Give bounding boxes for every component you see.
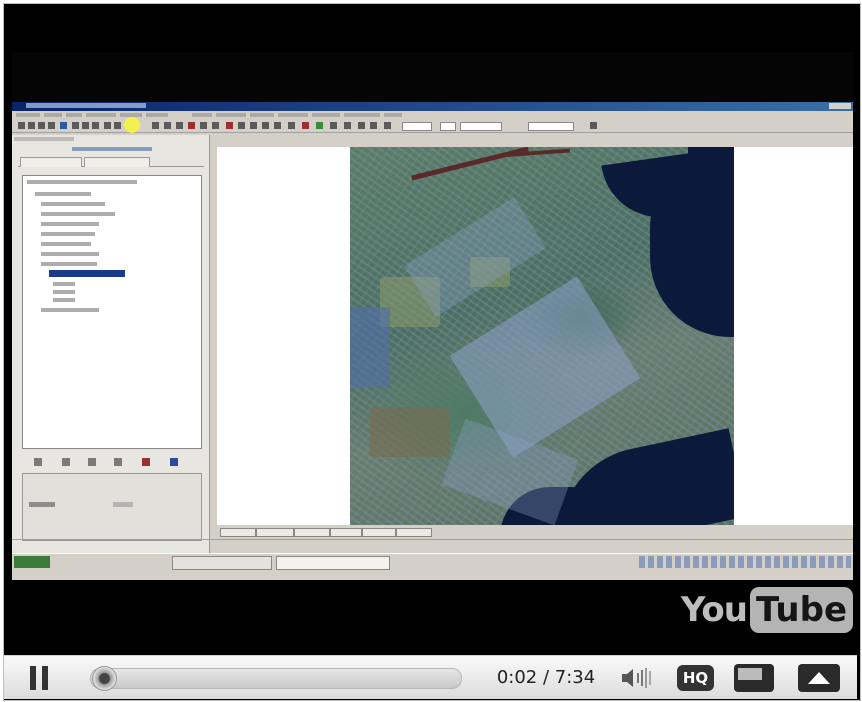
logo-tube: Tube	[749, 587, 853, 633]
mouse-cursor-highlight	[124, 117, 140, 133]
volume-icon[interactable]	[621, 667, 657, 689]
app-menubar	[12, 112, 853, 119]
selected-layer[interactable]	[49, 270, 125, 277]
seek-bar[interactable]	[90, 668, 462, 689]
player-controls: 0:02 / 7:34 HQ	[4, 655, 857, 699]
panel-header	[14, 137, 74, 141]
recorded-desktop-screen	[12, 102, 853, 580]
canvas-tabs	[220, 527, 640, 537]
canvas-tab-active[interactable]	[256, 528, 294, 537]
windows-taskbar	[12, 553, 853, 572]
system-tray	[639, 556, 851, 568]
satellite-image	[350, 147, 734, 525]
layer-tree[interactable]	[22, 175, 202, 449]
start-button	[14, 556, 50, 568]
letterbox-top	[12, 18, 853, 52]
panel-subtitle	[72, 147, 152, 151]
panel-options-box	[22, 473, 202, 541]
status-bar	[12, 539, 853, 548]
map-canvas[interactable]	[217, 147, 853, 525]
pause-icon[interactable]	[30, 666, 48, 690]
taskbar-item-2	[276, 556, 390, 570]
logo-you: You	[680, 590, 748, 630]
checkbox-option-1[interactable]	[29, 502, 55, 507]
hq-icon[interactable]: HQ	[677, 665, 714, 691]
app-titlebar	[12, 102, 853, 111]
window-size-icon[interactable]	[734, 664, 774, 692]
layer-panel	[12, 135, 210, 565]
app-title-text	[26, 103, 146, 108]
video-frame: You Tube	[3, 3, 861, 701]
letterbox-top-2	[12, 52, 853, 102]
seek-handle[interactable]	[91, 666, 117, 691]
youtube-watermark: You Tube	[681, 581, 853, 639]
panel-toolbar	[22, 457, 200, 467]
panel-tab-1[interactable]	[20, 157, 82, 167]
video-display[interactable]: You Tube	[12, 18, 853, 658]
checkbox-option-2[interactable]	[113, 502, 133, 507]
panel-tab-2[interactable]	[84, 157, 150, 167]
taskbar-item-1	[172, 556, 272, 570]
fullscreen-icon[interactable]	[798, 664, 840, 692]
time-display: 0:02 / 7:34	[496, 667, 596, 688]
window-controls	[829, 103, 851, 109]
panel-tabs	[18, 157, 204, 167]
